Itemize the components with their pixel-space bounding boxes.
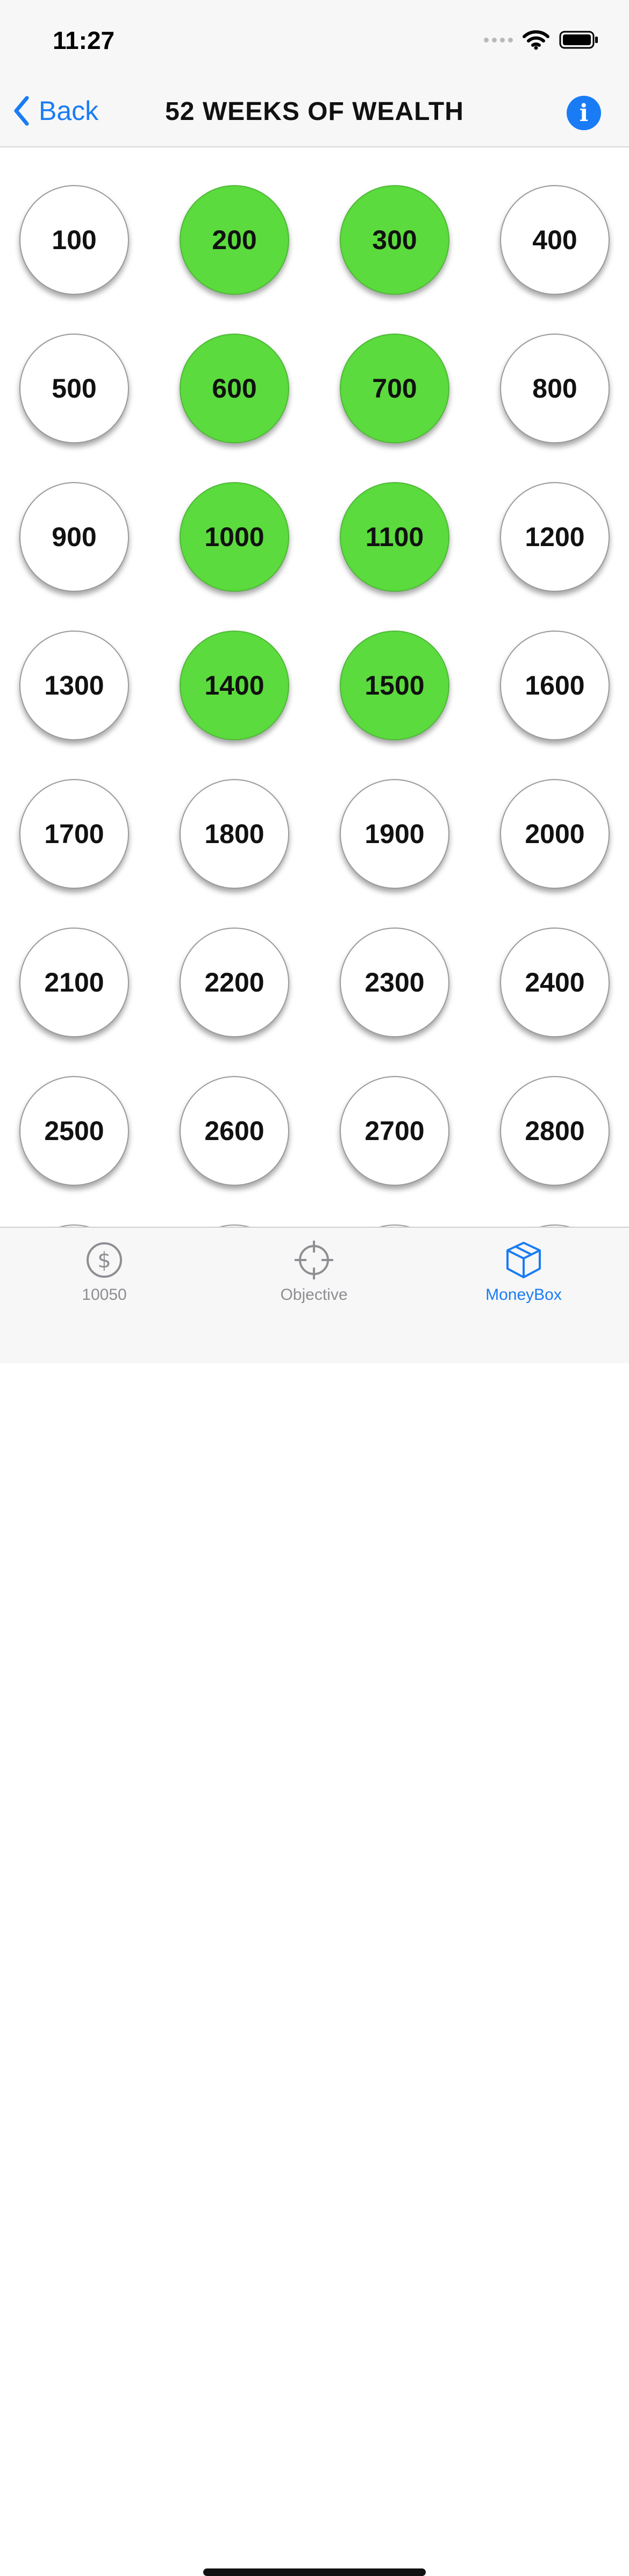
coin-button[interactable]: 1400 <box>180 631 289 740</box>
coin-button[interactable]: 2700 <box>340 1076 449 1186</box>
tab-bar: $ 10050 Objective MoneyBox <box>0 1227 629 2576</box>
coin-button[interactable]: 1000 <box>180 482 289 592</box>
coin-button[interactable]: 300 <box>340 185 449 295</box>
svg-text:$: $ <box>97 1248 111 1273</box>
coin-button[interactable]: 2200 <box>180 928 289 1037</box>
coin-button[interactable]: 100 <box>19 185 129 295</box>
coin-button[interactable]: 900 <box>19 482 129 592</box>
coin-button[interactable]: 1300 <box>19 631 129 740</box>
coin-button[interactable]: 2600 <box>180 1076 289 1186</box>
home-indicator <box>203 2568 426 2576</box>
coin-grid: 100 200 300 400 500 600 700 800 900 1000 1100 1200 1… <box>0 146 629 1227</box>
coin-button[interactable]: 1700 <box>19 779 129 889</box>
coin-button[interactable]: 2300 <box>340 928 449 1037</box>
coin-button[interactable]: 600 <box>180 334 289 443</box>
coin-button[interactable]: 1200 <box>500 482 610 592</box>
tab-label: 10050 <box>82 1286 127 1304</box>
tab-objective[interactable]: Objective <box>233 1240 395 1320</box>
coin-button[interactable]: 800 <box>500 334 610 443</box>
coin-button[interactable]: 2500 <box>19 1076 129 1186</box>
coin-button[interactable]: 200 <box>180 185 289 295</box>
page-title: 52 WEEKS OF WEALTH <box>165 97 464 126</box>
status-time: 11:27 <box>53 26 115 54</box>
cellular-signal-icon <box>484 37 513 43</box>
info-button[interactable]: i <box>567 96 601 130</box>
coin-button[interactable]: 2400 <box>500 928 610 1037</box>
coin-button[interactable]: 1800 <box>180 779 289 889</box>
wifi-icon <box>523 30 549 50</box>
tab-10050[interactable]: $ 10050 <box>24 1240 185 1320</box>
status-icons <box>484 28 599 52</box>
coin-button[interactable]: 2000 <box>500 779 610 889</box>
coin-button[interactable]: 1100 <box>340 482 449 592</box>
dollar-circle-icon: $ <box>87 1242 122 1278</box>
coin-button[interactable]: 1500 <box>340 631 449 740</box>
info-icon: i <box>579 99 589 127</box>
battery-icon <box>559 31 598 49</box>
coin-button[interactable]: 1900 <box>340 779 449 889</box>
box-icon <box>506 1242 541 1278</box>
coin-button[interactable]: 2800 <box>500 1076 610 1186</box>
navigation-bar: Back 52 WEEKS OF WEALTH i <box>0 75 629 147</box>
tab-moneybox[interactable]: MoneyBox <box>443 1240 604 1320</box>
coin-button[interactable]: 500 <box>19 334 129 443</box>
tab-label: Objective <box>280 1286 348 1304</box>
coin-button[interactable]: 700 <box>340 334 449 443</box>
crosshair-icon <box>295 1241 333 1279</box>
status-bar: 11:27 <box>0 0 629 75</box>
coin-button[interactable]: 2100 <box>19 928 129 1037</box>
tab-label: MoneyBox <box>485 1286 562 1304</box>
coin-button[interactable]: 400 <box>500 185 610 295</box>
coin-button[interactable]: 1600 <box>500 631 610 740</box>
